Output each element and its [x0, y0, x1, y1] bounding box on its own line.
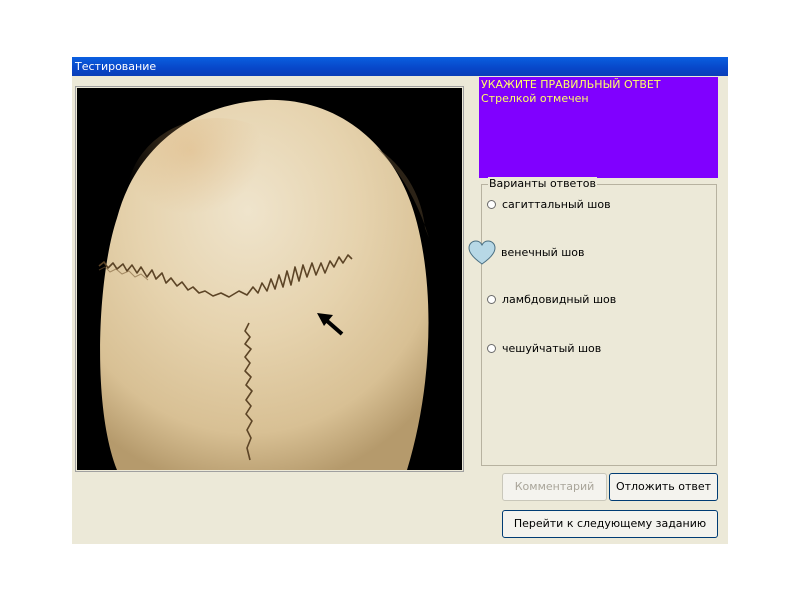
window-title: Тестирование [72, 57, 728, 76]
image-frame [75, 86, 464, 472]
question-hint: Стрелкой отмечен [481, 92, 589, 105]
radio-button[interactable] [487, 294, 496, 304]
answer-option-label: венечный шов [501, 245, 585, 259]
answer-options-group: Варианты ответов сагиттальный шов венечн… [468, 177, 717, 466]
question-panel: УКАЖИТЕ ПРАВИЛЬНЫЙ ОТВЕТ Стрелкой отмече… [479, 77, 718, 178]
answer-option-coronal[interactable]: венечный шов [501, 244, 585, 260]
answer-options-legend: Варианты ответов [488, 177, 597, 191]
answer-option-label: сагиттальный шов [502, 197, 611, 211]
skull-image [77, 88, 462, 470]
next-task-button[interactable]: Перейти к следующему заданию [502, 510, 718, 538]
answer-option-label: ламбдовидный шов [502, 292, 617, 306]
answer-option-label: чешуйчатый шов [502, 341, 602, 355]
radio-button[interactable] [487, 199, 496, 209]
comment-button[interactable]: Комментарий [502, 473, 607, 501]
answer-option-squamous[interactable]: чешуйчатый шов [487, 340, 601, 356]
answer-option-sagittal[interactable]: сагиттальный шов [487, 196, 611, 212]
question-prompt: УКАЖИТЕ ПРАВИЛЬНЫЙ ОТВЕТ [481, 78, 661, 91]
test-window: Тестирование УКАЖИТЕ ПРАВИЛЬНЫЙ ОТВЕТ Ст… [72, 57, 728, 544]
heart-icon [468, 240, 496, 265]
defer-answer-button[interactable]: Отложить ответ [609, 473, 718, 501]
answer-option-lambdoid[interactable]: ламбдовидный шов [487, 291, 616, 307]
radio-button[interactable] [487, 343, 496, 353]
